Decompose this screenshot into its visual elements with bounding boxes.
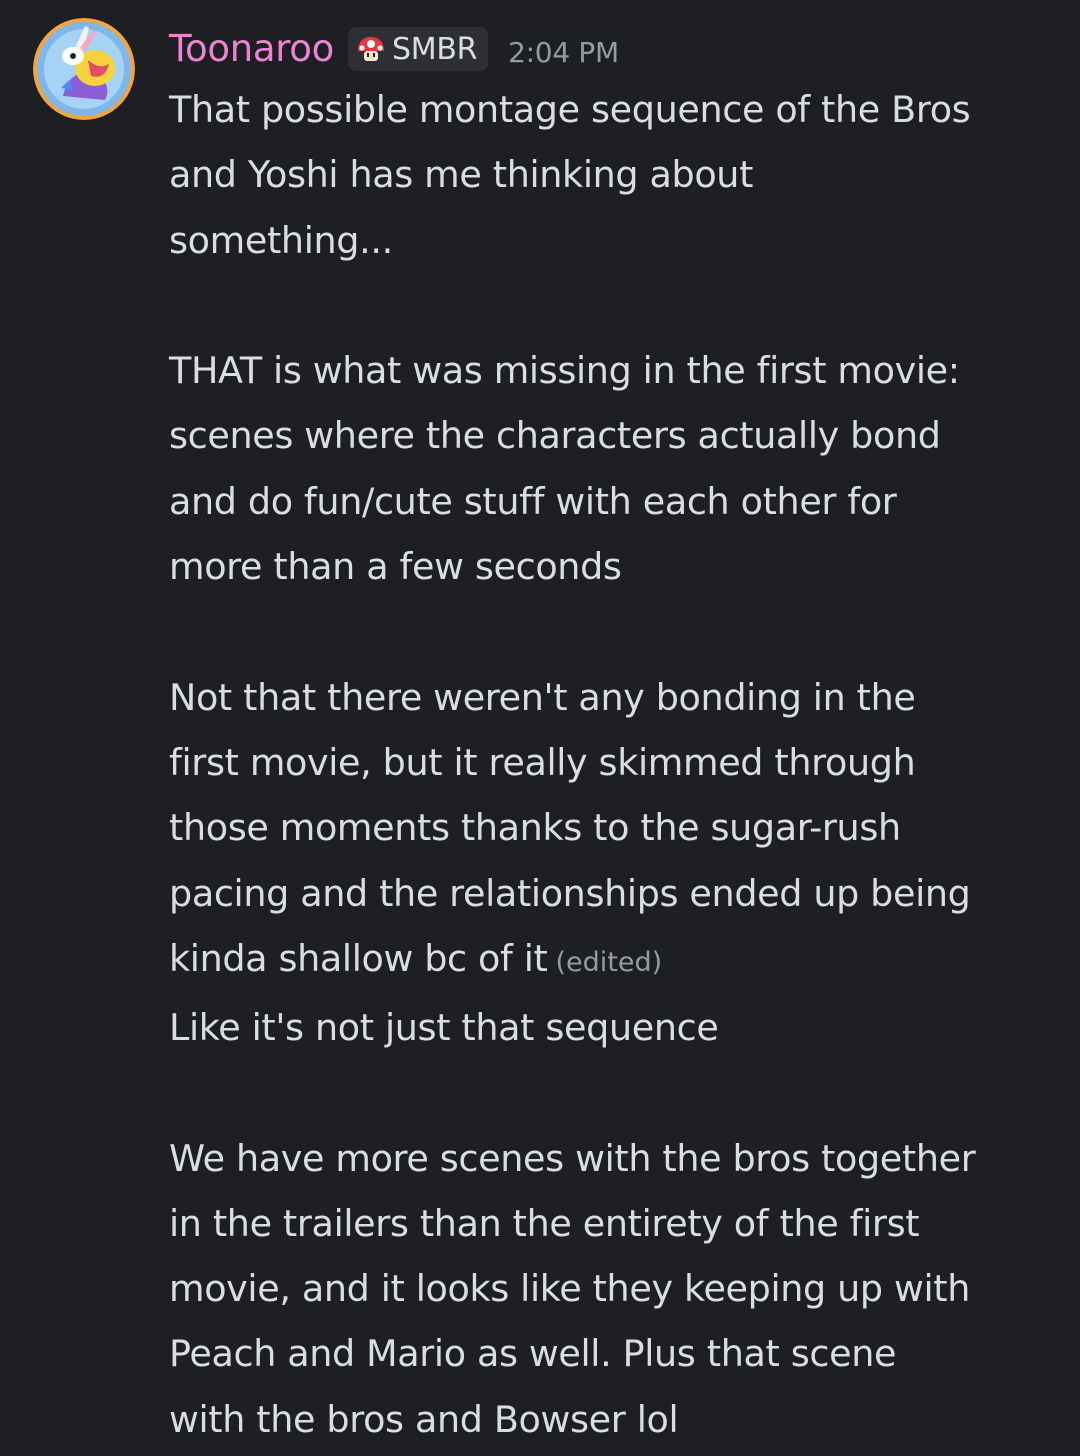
message-line: with the bros and Bowser lol bbox=[169, 1397, 679, 1441]
message-line: scenes where the characters actually bon… bbox=[169, 414, 941, 458]
message-line: in the trailers than the entirety of the… bbox=[169, 1201, 920, 1245]
message-timestamp[interactable]: 2:04 PM bbox=[508, 30, 619, 69]
message-line: and Yoshi has me thinking about bbox=[169, 153, 754, 197]
message-line: Like it's not just that sequence bbox=[169, 1006, 719, 1049]
message-header: Toonaroo SMBR 2:04 PM bbox=[169, 24, 619, 74]
message-line: movie, and it looks like they keeping up… bbox=[169, 1267, 971, 1311]
message-line: something... bbox=[169, 218, 393, 262]
mushroom-icon bbox=[356, 35, 386, 63]
edited-indicator: (edited) bbox=[555, 946, 663, 978]
message-line: those moments thanks to the sugar-rush bbox=[169, 806, 901, 850]
message-content-followup: Like it's not just that sequence We have… bbox=[169, 995, 1064, 1452]
message-line-text: kinda shallow bc of it bbox=[169, 936, 548, 980]
message-line: THAT is what was missing in the first mo… bbox=[169, 349, 960, 393]
role-tag-label: SMBR bbox=[392, 31, 478, 67]
user-avatar[interactable] bbox=[33, 18, 135, 120]
message-line: Peach and Mario as well. Plus that scene bbox=[169, 1332, 897, 1376]
message-line: more than a few seconds bbox=[169, 545, 622, 589]
username[interactable]: Toonaroo bbox=[169, 24, 334, 74]
chat-message: Toonaroo SMBR 2:04 PM That possible mont… bbox=[0, 0, 1080, 1456]
message-line: and do fun/cute stuff with each other fo… bbox=[169, 479, 897, 523]
message-line: pacing and the relationships ended up be… bbox=[169, 871, 971, 915]
avatar-image bbox=[33, 18, 135, 120]
message-content: That possible montage sequence of the Br… bbox=[169, 77, 1064, 991]
message-line: That possible montage sequence of the Br… bbox=[169, 88, 971, 131]
message-line: We have more scenes with the bros togeth… bbox=[169, 1136, 976, 1180]
message-line: Not that there weren't any bonding in th… bbox=[169, 675, 916, 719]
message-line: first movie, but it really skimmed throu… bbox=[169, 740, 916, 784]
message-line-last: kinda shallow bc of it (edited) bbox=[169, 926, 1064, 991]
role-tag[interactable]: SMBR bbox=[348, 27, 489, 71]
